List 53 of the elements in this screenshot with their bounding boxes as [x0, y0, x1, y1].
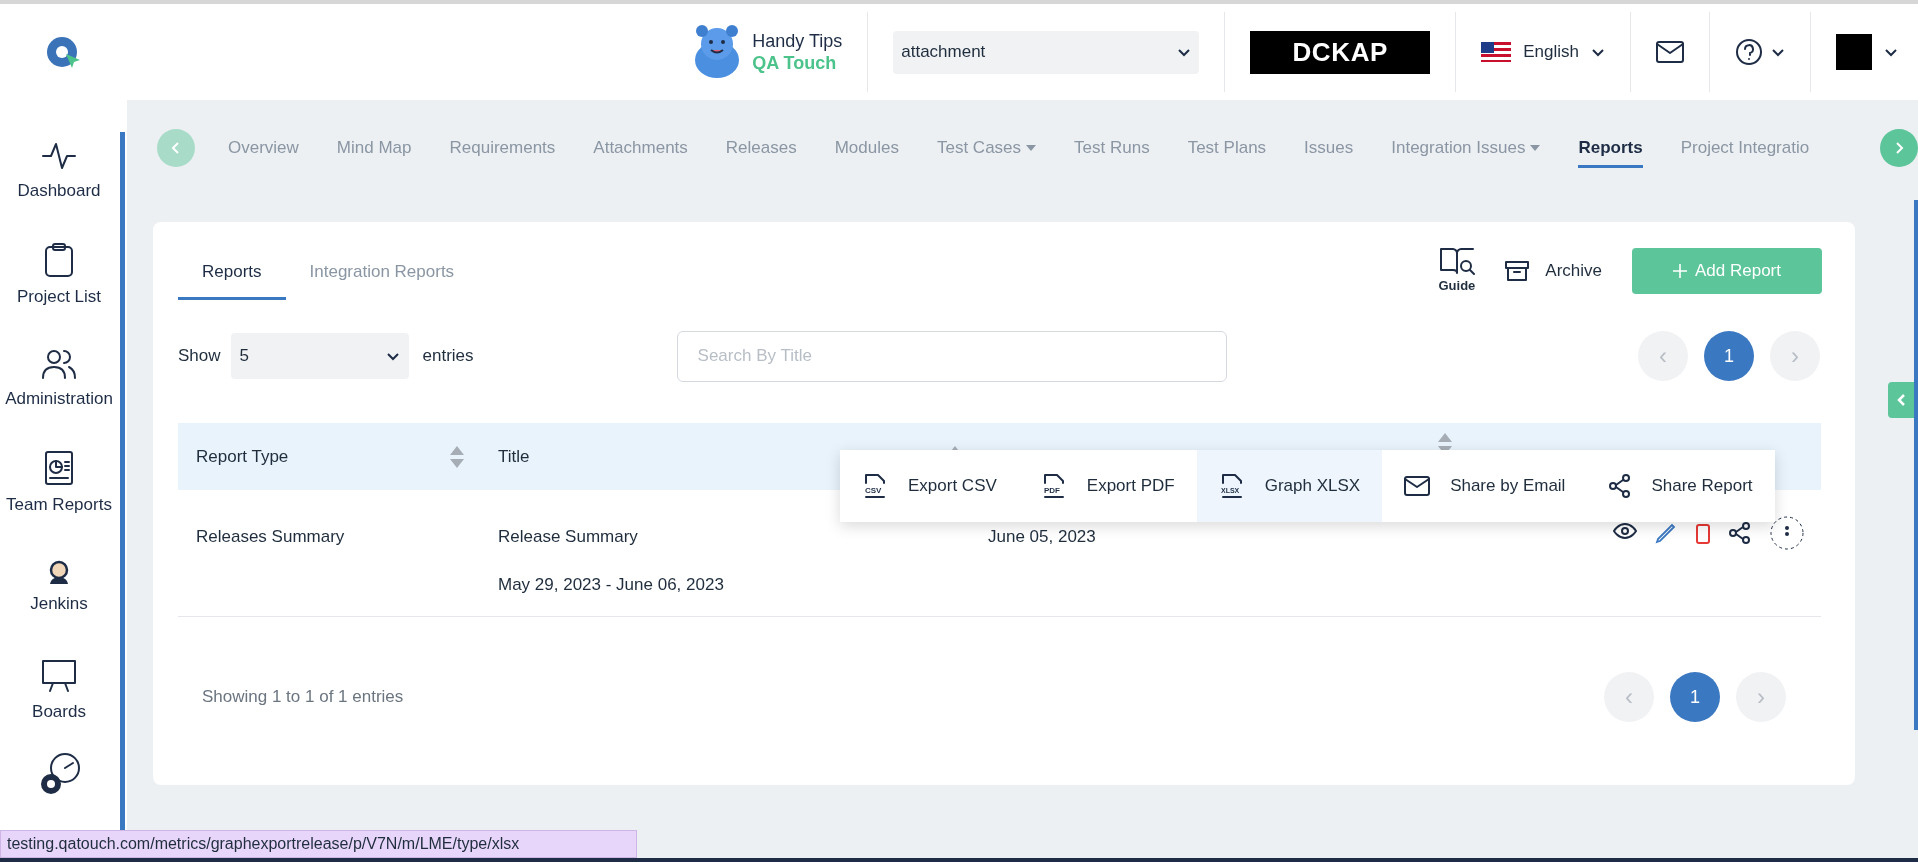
status-bar-url: testing.qatouch.com/metrics/graphexportrelease/p/V7N/m/LME/type/xlsx — [0, 830, 637, 858]
project-select[interactable]: attachment — [893, 30, 1200, 74]
chevron-left-icon — [170, 141, 182, 155]
report-tab[interactable]: Reports — [178, 246, 286, 300]
show-label: Show — [178, 345, 221, 368]
menu-item[interactable]: Share by Email — [1382, 450, 1588, 522]
help-icon[interactable] — [1735, 38, 1763, 66]
share-icon[interactable] — [1729, 522, 1751, 544]
sidebar-item[interactable]: Project List — [0, 224, 118, 328]
clipboard-icon — [44, 242, 74, 279]
trash-icon[interactable] — [1695, 522, 1711, 544]
page-button[interactable]: 1 — [1670, 672, 1720, 722]
table-cell-text: June 05, 2023 — [987, 526, 1097, 548]
sidebar-item[interactable]: Jenkins — [0, 536, 118, 640]
guide-book-icon[interactable] — [1438, 246, 1475, 276]
chevron-left-icon — [1896, 393, 1906, 407]
column-header[interactable]: Report Type — [178, 443, 480, 470]
menu-item[interactable]: CSV Export CSV — [840, 450, 1019, 522]
table-cell-text: Releases Summary — [195, 526, 346, 548]
share-icon — [1609, 474, 1632, 498]
eye-icon[interactable] — [1613, 522, 1637, 540]
entries-summary: Showing 1 to 1 of 1 entries — [202, 686, 404, 709]
sidebar-item[interactable]: Administration — [0, 328, 118, 432]
brand-title: Handy Tips — [752, 29, 843, 52]
brand-subtitle: QA Touch — [752, 52, 838, 75]
date-range: May 29, 2023 - June 06, 2023 — [498, 573, 725, 596]
pencil-icon[interactable] — [1655, 522, 1677, 544]
side-panel-toggle[interactable] — [1888, 382, 1914, 418]
sidebar-item[interactable]: Dashboard — [0, 120, 118, 224]
company-logo: DCKAP — [1250, 30, 1431, 74]
menu-item[interactable]: Share Report — [1587, 450, 1775, 522]
search-field[interactable]: Search By Title — [676, 330, 1227, 382]
entries-select[interactable]: 5 — [230, 333, 409, 379]
entries-label: entries — [422, 345, 474, 368]
language-select[interactable]: English — [1456, 12, 1631, 92]
sidebar-item[interactable]: Boards — [0, 640, 118, 744]
mail-icon[interactable] — [1656, 41, 1684, 63]
archive-box-icon — [1505, 259, 1530, 282]
report-title[interactable]: Release Summary — [498, 524, 970, 550]
flag-icon — [1481, 42, 1512, 62]
page-button[interactable]: 1 — [1704, 331, 1754, 381]
plus-icon — [1673, 263, 1687, 278]
nav-tab[interactable]: Reports — [1559, 124, 1662, 172]
more-icon[interactable] — [1769, 515, 1805, 551]
guide-label: Guide — [1438, 277, 1476, 295]
archive-button[interactable]: Archive — [1505, 258, 1602, 284]
presentation-board-icon — [41, 659, 77, 694]
report-icon — [44, 450, 74, 487]
menu-item[interactable]: PDF Export PDF — [1018, 450, 1197, 522]
sidebar-item[interactable]: Team Reports — [0, 432, 118, 536]
mail-icon — [1404, 476, 1431, 496]
chevron-right-icon — [1893, 141, 1905, 155]
users-icon — [41, 348, 77, 381]
